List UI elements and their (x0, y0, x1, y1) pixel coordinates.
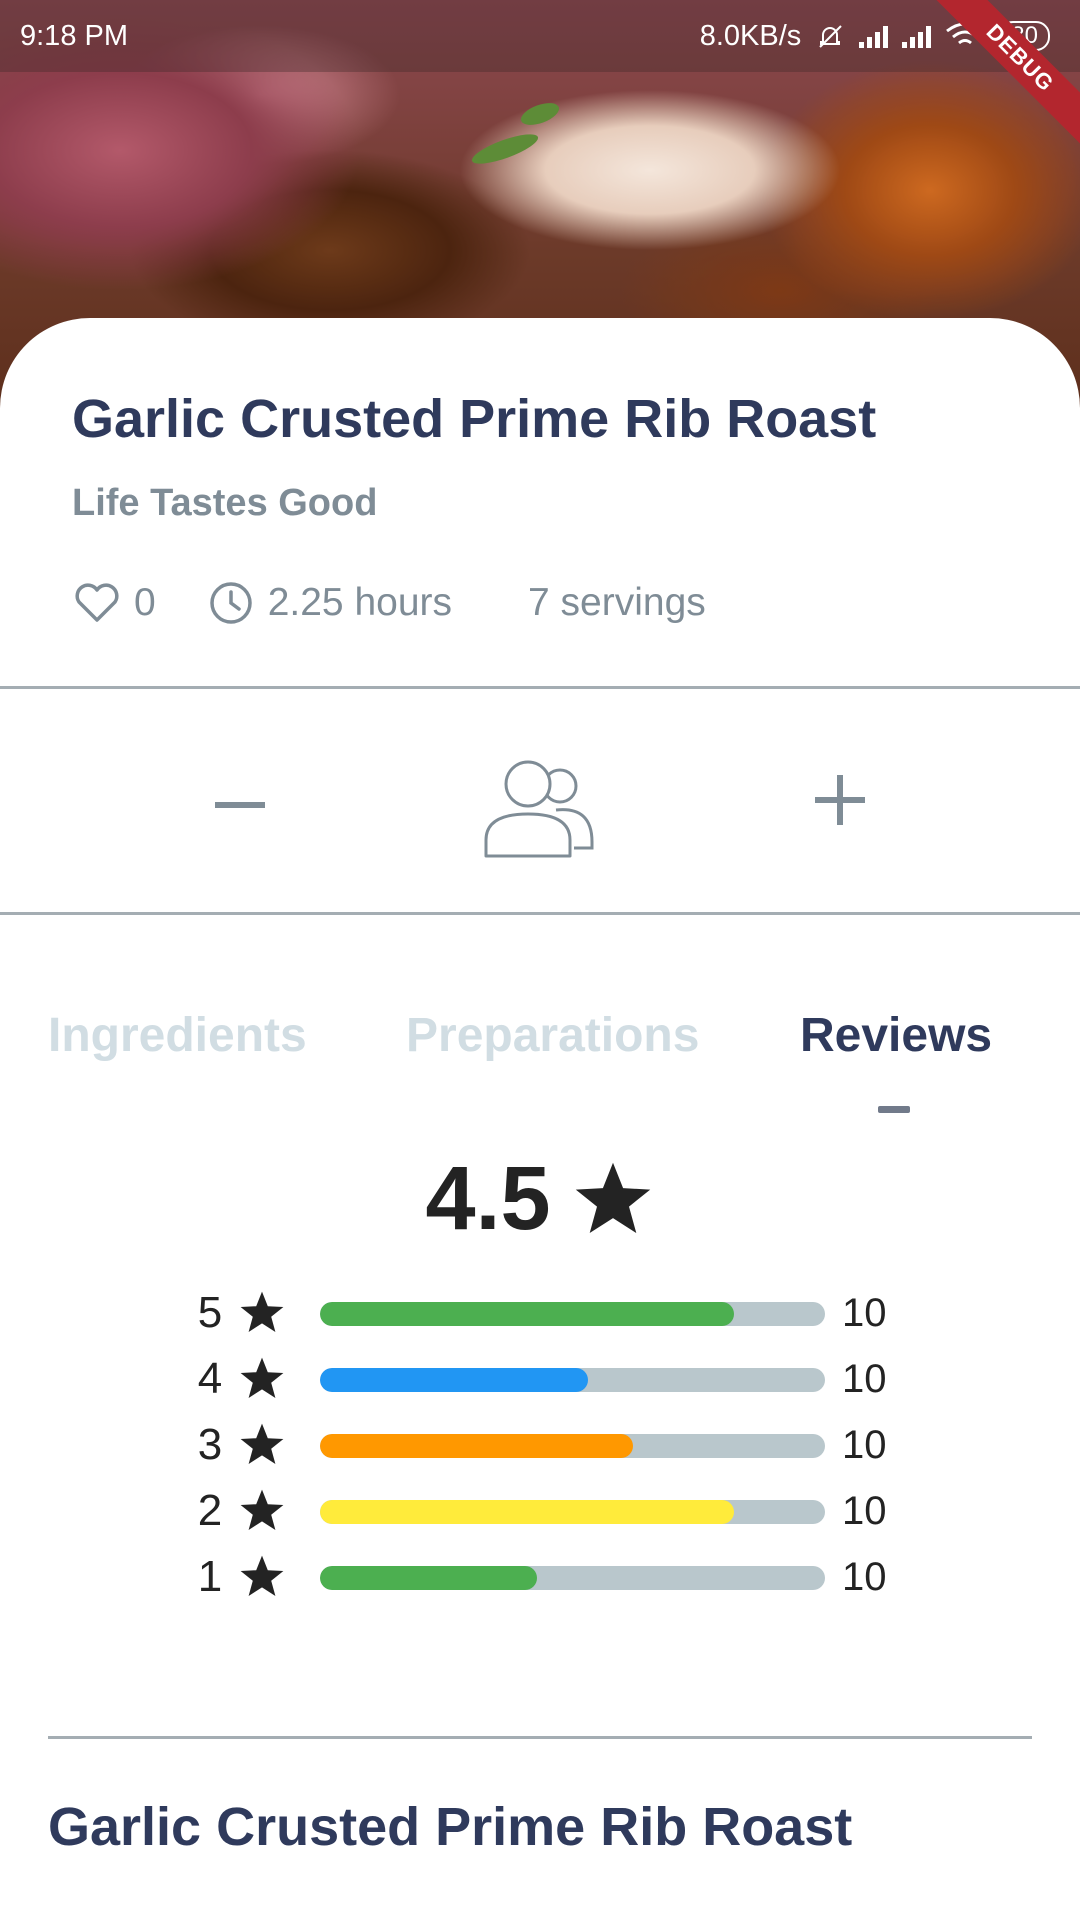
review-recipe-title: Garlic Crusted Prime Rib Roast (48, 1797, 853, 1857)
rating-bar-fill (320, 1302, 735, 1326)
tab-preparations[interactable]: Preparations (406, 1008, 699, 1063)
divider (0, 686, 1080, 689)
tab-ingredients[interactable]: Ingredients (48, 1008, 307, 1063)
rating-count: 10 (842, 1555, 887, 1599)
rating-bar-track (320, 1500, 825, 1524)
tab-indicator (878, 1106, 910, 1113)
herb-garnish (469, 128, 541, 170)
rating-row: 4 10 (190, 1354, 910, 1404)
people-icon (484, 760, 594, 858)
recipe-meta: 0 2.25 hours 7 servings (74, 580, 706, 626)
people-icon-wrapper (482, 756, 598, 865)
increase-servings-button[interactable] (812, 772, 868, 833)
rating-count: 10 (842, 1357, 887, 1401)
signal-icon (902, 24, 932, 48)
rating-bar-fill (320, 1368, 588, 1392)
divider (0, 912, 1080, 915)
recipe-card: Garlic Crusted Prime Rib Roast Life Tast… (0, 318, 1080, 1920)
rating-bar-track (320, 1434, 825, 1458)
star-icon (240, 1423, 284, 1464)
rating-row: 3 10 (190, 1420, 910, 1470)
heart-icon (75, 583, 119, 622)
rating-bar-track (320, 1566, 825, 1590)
average-rating: 4.5 (0, 1148, 1080, 1251)
star-icon (240, 1357, 284, 1398)
clock-icon (209, 582, 252, 624)
servings-stepper (0, 690, 1080, 916)
tab-reviews[interactable]: Reviews (800, 1008, 992, 1063)
network-speed: 8.0KB/s (699, 19, 802, 52)
star-icon (575, 1162, 650, 1233)
servings: 7 servings (528, 581, 706, 625)
rating-bar-track (320, 1302, 825, 1326)
rating-bar-track (320, 1368, 825, 1392)
rating-bar-fill (320, 1566, 538, 1590)
plus-icon (815, 775, 865, 825)
rating-stars-label: 1 (197, 1552, 223, 1601)
average-rating-value: 4.5 (425, 1149, 551, 1249)
rating-row: 1 10 (190, 1552, 910, 1602)
rating-stars-label: 2 (197, 1486, 223, 1535)
rating-stars-label: 3 (197, 1420, 223, 1469)
servings-text: 7 servings (528, 581, 706, 624)
signal-icon (859, 24, 889, 48)
rating-count: 10 (842, 1291, 887, 1335)
rating-count: 10 (842, 1489, 887, 1533)
rating-stars-label: 4 (197, 1354, 223, 1403)
recipe-title: Garlic Crusted Prime Rib Roast (72, 389, 877, 449)
star-icon (240, 1291, 284, 1332)
recipe-subtitle: Life Tastes Good (72, 482, 378, 524)
star-icon (240, 1555, 284, 1596)
rating-bar-fill (320, 1434, 634, 1458)
decrease-servings-button[interactable] (210, 778, 270, 832)
rating-row: 5 10 (190, 1288, 910, 1338)
minus-icon (215, 802, 265, 808)
likes-count: 0 (134, 581, 156, 624)
mute-bell-icon (819, 25, 843, 48)
divider (48, 1736, 1032, 1739)
herb-garnish (518, 98, 562, 130)
rating-count: 10 (842, 1423, 887, 1467)
rating-row: 2 10 (190, 1486, 910, 1536)
rating-stars-label: 5 (197, 1288, 223, 1337)
status-time: 9:18 PM (20, 19, 128, 52)
duration-text: 2.25 hours (267, 581, 453, 624)
duration: 2.25 hours (208, 580, 452, 626)
tab-bar: Ingredients Preparations Reviews (0, 1008, 1080, 1088)
rating-bar-fill (320, 1500, 735, 1524)
star-icon (240, 1489, 284, 1530)
likes[interactable]: 0 (74, 581, 156, 625)
status-bar: 9:18 PM 8.0KB/s 80 DEBUG (0, 0, 1080, 149)
